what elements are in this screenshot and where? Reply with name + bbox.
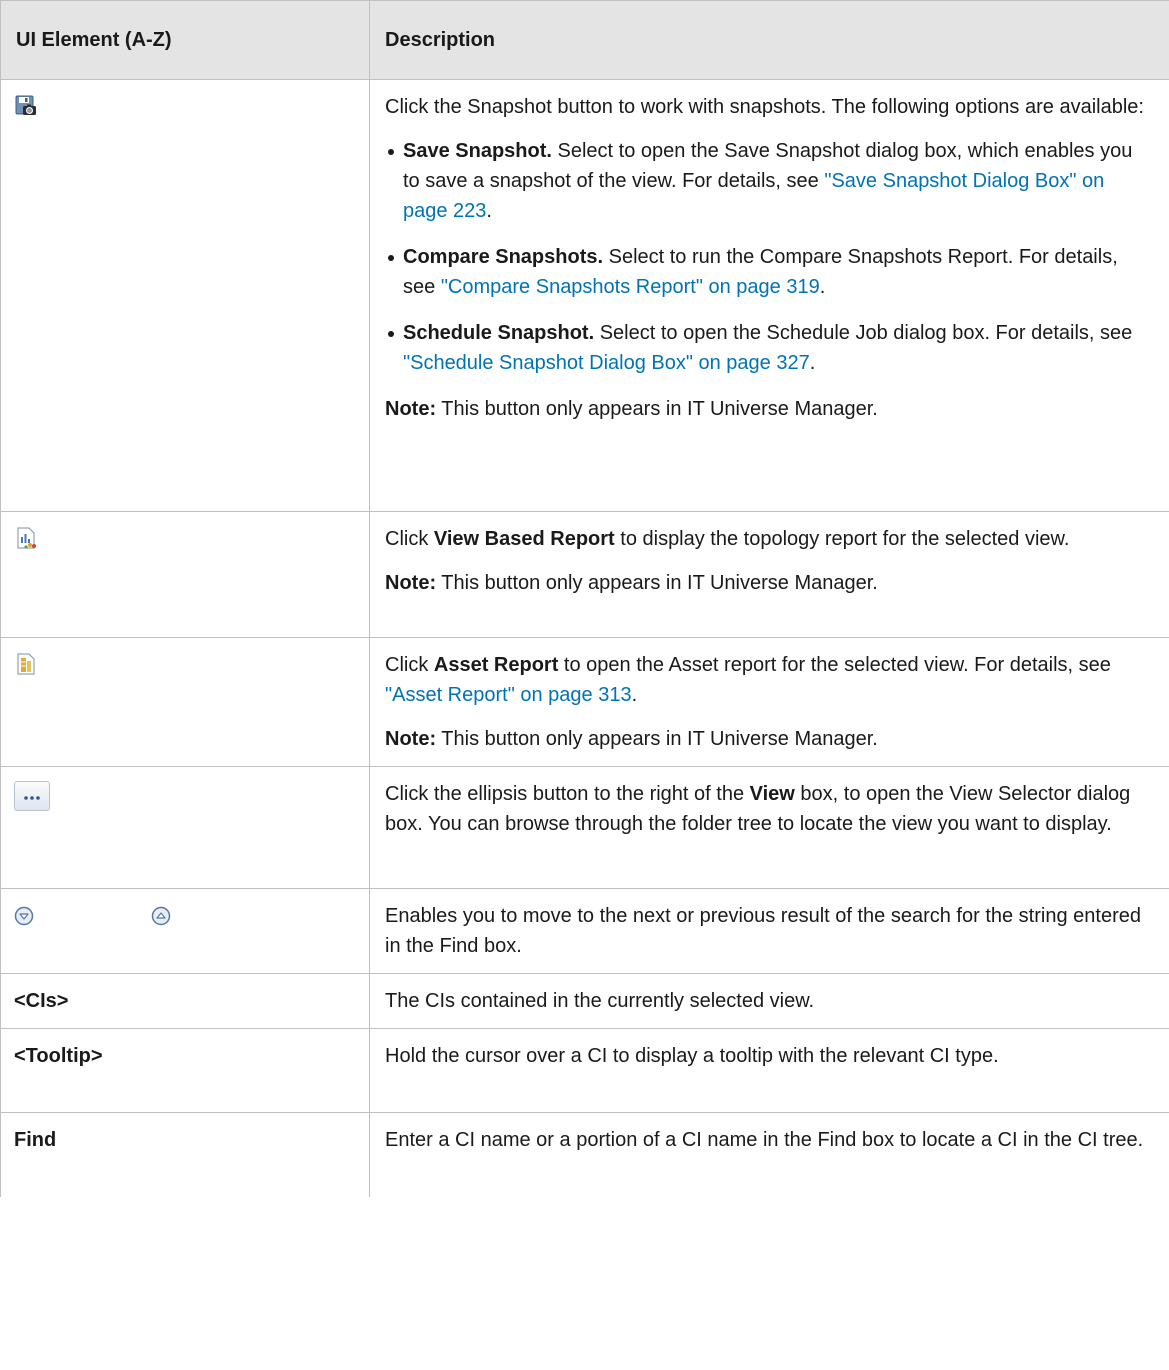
ui-element-cell (0, 511, 370, 638)
note-label: Note: (385, 398, 437, 420)
column-header-description: Description (369, 0, 1169, 80)
table-header-row: UI Element (A-Z) Description (0, 0, 1169, 80)
asset-report-icon (14, 652, 38, 676)
text-pre: Click (385, 528, 434, 550)
text-post: to open the Asset report for the selecte… (558, 654, 1111, 676)
ui-element-cell (0, 79, 370, 512)
snapshot-intro: Click the Snapshot button to work with s… (385, 96, 1144, 118)
note-text: This button only appears in IT Universe … (436, 728, 878, 750)
ui-element-name: <CIs> (0, 973, 370, 1029)
list-item: Save Snapshot. Select to open the Save S… (385, 136, 1154, 226)
text-pre: Click (385, 654, 434, 676)
ui-elements-table: UI Element (A-Z) Description Click the S… (0, 0, 1169, 1197)
ui-element-cell (0, 888, 370, 974)
ui-element-cell (0, 637, 370, 767)
text-punct: . (631, 684, 638, 706)
text-bold: View Based Report (433, 528, 615, 550)
asset-report-link[interactable]: "Asset Report" on page 313 (385, 684, 632, 706)
description-cell: Click Asset Report to open the Asset rep… (369, 637, 1169, 767)
table-row: Click Asset Report to open the Asset rep… (0, 637, 1169, 767)
previous-result-icon (151, 905, 171, 926)
cis-text: The CIs contained in the currently selec… (385, 990, 815, 1012)
table-row: Click the ellipsis button to the right o… (0, 766, 1169, 889)
ui-element-name: <Tooltip> (0, 1028, 370, 1113)
list-item: Schedule Snapshot. Select to open the Sc… (385, 318, 1154, 378)
option-name: Save Snapshot. (403, 140, 552, 162)
table-row: Enables you to move to the next or previ… (0, 888, 1169, 974)
description-cell: Click the ellipsis button to the right o… (369, 766, 1169, 889)
ellipsis-icon (14, 781, 50, 811)
option-name: Schedule Snapshot. (403, 322, 595, 344)
description-cell: Click View Based Report to display the t… (369, 511, 1169, 638)
column-header-ui-element: UI Element (A-Z) (0, 0, 370, 80)
description-cell: Enables you to move to the next or previ… (369, 888, 1169, 974)
tooltip-text: Hold the cursor over a CI to display a t… (385, 1045, 999, 1067)
ui-element-cell (0, 766, 370, 889)
asset-report-text: Click Asset Report to open the Asset rep… (385, 650, 1154, 710)
nav-text: Enables you to move to the next or previ… (385, 905, 1141, 957)
snapshot-icon (14, 94, 38, 118)
list-item: Compare Snapshots. Select to run the Com… (385, 242, 1154, 302)
description-cell: Click the Snapshot button to work with s… (369, 79, 1169, 512)
option-punct: . (819, 276, 826, 298)
compare-snapshots-link[interactable]: "Compare Snapshots Report" on page 319 (441, 276, 820, 298)
table-row: Click the Snapshot button to work with s… (0, 79, 1169, 512)
text-pre: Click the ellipsis button to the right o… (385, 783, 750, 805)
option-name: Compare Snapshots. (403, 246, 604, 268)
snapshot-options-list: Save Snapshot. Select to open the Save S… (385, 136, 1154, 378)
note-text: This button only appears in IT Universe … (436, 572, 878, 594)
note-label: Note: (385, 572, 437, 594)
table-row: <Tooltip> Hold the cursor over a CI to d… (0, 1028, 1169, 1113)
description-cell: Enter a CI name or a portion of a CI nam… (369, 1112, 1169, 1197)
text-bold: View (749, 783, 795, 805)
description-cell: The CIs contained in the currently selec… (369, 973, 1169, 1029)
ui-element-name: Find (0, 1112, 370, 1197)
view-report-text: Click View Based Report to display the t… (385, 524, 1154, 554)
text-bold: Asset Report (433, 654, 559, 676)
find-text: Enter a CI name or a portion of a CI nam… (385, 1129, 1144, 1151)
ellipsis-text: Click the ellipsis button to the right o… (385, 779, 1154, 839)
table-row: Click View Based Report to display the t… (0, 511, 1169, 638)
asset-report-note: Note: This button only appears in IT Uni… (385, 724, 1154, 754)
note-text: This button only appears in IT Universe … (436, 398, 878, 420)
description-cell: Hold the cursor over a CI to display a t… (369, 1028, 1169, 1113)
text-post: to display the topology report for the s… (614, 528, 1070, 550)
view-based-report-icon (14, 526, 38, 550)
option-text: Select to open the Schedule Job dialog b… (594, 322, 1133, 344)
view-report-note: Note: This button only appears in IT Uni… (385, 568, 1154, 598)
snapshot-note: Note: This button only appears in IT Uni… (385, 394, 1154, 424)
table-row: Find Enter a CI name or a portion of a C… (0, 1112, 1169, 1197)
table-row: <CIs> The CIs contained in the currently… (0, 973, 1169, 1029)
note-label: Note: (385, 728, 437, 750)
option-punct: . (486, 200, 492, 222)
option-punct: . (809, 352, 816, 374)
next-result-icon (14, 905, 34, 926)
schedule-snapshot-link[interactable]: "Schedule Snapshot Dialog Box" on page 3… (403, 352, 810, 374)
